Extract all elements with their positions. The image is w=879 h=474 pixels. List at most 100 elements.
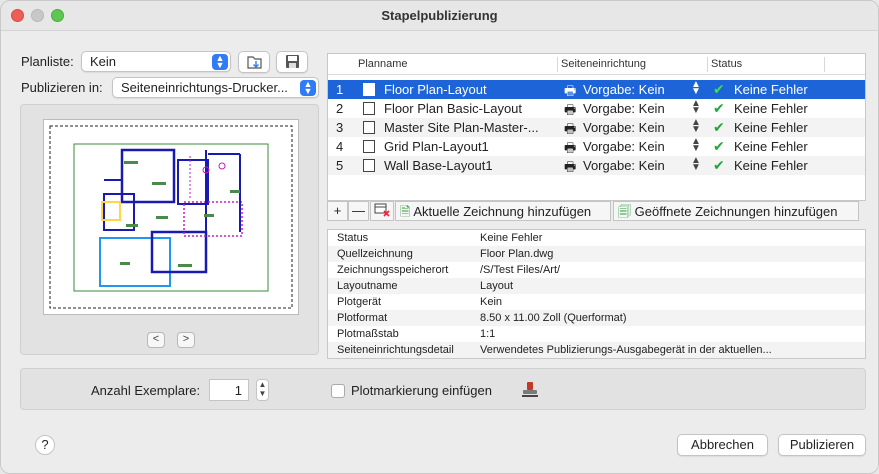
publizieren-label: Publizieren in: xyxy=(21,80,103,95)
sheet-preview xyxy=(43,119,299,315)
table-row[interactable]: 5 Wall Base-Layout1 🖶 Vorgabe: Kein ▲ ▼ ✔… xyxy=(328,156,865,175)
publish-to-value: Seiteneinrichtungs-Drucker... xyxy=(121,80,288,95)
column-divider xyxy=(707,57,708,72)
window-title: Stapelpublizierung xyxy=(381,8,498,23)
detail-row: Layoutname Layout xyxy=(328,278,865,294)
row-setup[interactable]: Vorgabe: Kein xyxy=(583,139,665,154)
row-planname: Floor Plan Basic-Layout xyxy=(384,101,523,116)
chevron-right-icon: > xyxy=(182,333,190,345)
detail-key: Plotgerät xyxy=(337,296,382,308)
add-documents-icon: 🗐 xyxy=(618,204,631,219)
setup-dropdown-icon[interactable]: ▲ ▼ xyxy=(691,99,701,116)
add-current-drawing-button[interactable]: 🗎 Aktuelle Zeichnung hinzufügen xyxy=(395,201,611,221)
table-row[interactable]: 2 Floor Plan Basic-Layout 🖶 Vorgabe: Kei… xyxy=(328,99,865,118)
row-status: Keine Fehler xyxy=(734,82,808,97)
cancel-button[interactable]: Abbrechen xyxy=(677,434,768,456)
setup-dropdown-icon[interactable]: ▲ ▼ xyxy=(691,80,701,97)
sheet-table: Planname Seiteneinrichtung Status 1 Floo… xyxy=(327,53,866,201)
table-row[interactable]: 1 Floor Plan-Layout 🖶 Vorgabe: Kein ▲ ▼ ✔… xyxy=(328,80,865,99)
load-sheet-list-button[interactable] xyxy=(238,51,270,73)
previous-sheet-button[interactable]: < xyxy=(147,332,165,348)
floor-plan-thumbnail xyxy=(49,125,293,309)
detail-row: Quellzeichnung Floor Plan.dwg xyxy=(328,246,865,262)
add-open-drawings-label: Geöffnete Zeichnungen hinzufügen xyxy=(634,204,838,219)
row-setup[interactable]: Vorgabe: Kein xyxy=(583,101,665,116)
table-header: Planname Seiteneinrichtung Status xyxy=(328,54,865,75)
row-setup[interactable]: Vorgabe: Kein xyxy=(583,82,665,97)
column-divider xyxy=(557,57,558,72)
row-number: 3 xyxy=(336,120,344,135)
detail-row: Status Keine Fehler xyxy=(328,230,865,246)
layout-sheet-icon xyxy=(363,102,375,115)
next-sheet-button[interactable]: > xyxy=(177,332,195,348)
details-table: Status Keine Fehler Quellzeichnung Floor P… xyxy=(327,229,866,359)
copies-input[interactable]: 1 xyxy=(209,379,249,401)
col-header-status[interactable]: Status xyxy=(711,58,742,70)
col-header-planname[interactable]: Planname xyxy=(358,58,408,70)
copies-label: Anzahl Exemplare: xyxy=(91,383,201,398)
minus-icon: — xyxy=(352,203,365,218)
detail-value: Layout xyxy=(480,280,514,292)
detail-row: Plotgerät Kein xyxy=(328,294,865,310)
table-row[interactable]: 3 Master Site Plan-Master-... 🖶 Vorgabe:… xyxy=(328,118,865,137)
layout-sheet-icon xyxy=(363,83,375,96)
detail-row: Plotformat 8.50 x 11.00 Zoll (Querformat) xyxy=(328,310,865,326)
detail-value: 8.50 x 11.00 Zoll (Querformat) xyxy=(480,312,627,324)
title-bar: Stapelpublizierung xyxy=(1,1,878,31)
row-planname: Wall Base-Layout1 xyxy=(384,158,493,173)
detail-value: 1:1 xyxy=(480,328,496,340)
add-current-drawing-label: Aktuelle Zeichnung hinzufügen xyxy=(413,204,592,219)
detail-row: Plotmaßstab 1:1 xyxy=(328,326,865,342)
folder-load-icon xyxy=(247,56,262,69)
checkmark-icon: ✔ xyxy=(713,138,725,154)
checkmark-icon: ✔ xyxy=(713,119,725,135)
row-status: Keine Fehler xyxy=(734,120,808,135)
row-number: 5 xyxy=(336,158,344,173)
save-disk-icon xyxy=(286,55,299,68)
add-open-drawings-button[interactable]: 🗐 Geöffnete Zeichnungen hinzufügen xyxy=(613,201,859,221)
detail-value: /S/Test Files/Art/ xyxy=(480,264,561,276)
checkmark-icon: ✔ xyxy=(713,81,725,97)
chevron-updown-icon: ▲ ▼ xyxy=(212,54,228,70)
row-setup[interactable]: Vorgabe: Kein xyxy=(583,158,665,173)
detail-value: Verwendetes Publizierungs-Ausgabegerät i… xyxy=(480,344,772,356)
table-delete-icon xyxy=(374,203,390,217)
remove-setup-button[interactable] xyxy=(370,201,394,221)
detail-row: Zeichnungsspeicherort/S/Test Files/Art/ xyxy=(328,262,865,278)
detail-key: Quellzeichnung xyxy=(337,248,413,260)
detail-value: Keine Fehler xyxy=(480,232,543,244)
planliste-select[interactable]: Kein ▲ ▼ xyxy=(81,51,231,72)
plot-stamp-label: Plotmarkierung einfügen xyxy=(351,383,492,398)
remove-sheet-button[interactable]: — xyxy=(348,201,369,221)
detail-key: Seiteneinrichtungsdetail xyxy=(337,344,454,356)
help-button[interactable]: ? xyxy=(35,435,55,455)
publish-to-select[interactable]: Seiteneinrichtungs-Drucker... ▲ ▼ xyxy=(112,77,319,98)
plot-stamp-settings-button[interactable] xyxy=(520,380,540,400)
detail-key: Zeichnungsspeicherort xyxy=(337,264,449,276)
checkmark-icon: ✔ xyxy=(713,157,725,173)
row-number: 4 xyxy=(336,139,344,154)
stamp-icon xyxy=(522,382,538,397)
column-divider xyxy=(824,57,825,72)
table-row[interactable]: 4 Grid Plan-Layout1 🖶 Vorgabe: Kein ▲ ▼ ✔… xyxy=(328,137,865,156)
add-sheet-button[interactable]: + xyxy=(327,201,348,221)
detail-value: Floor Plan.dwg xyxy=(480,248,554,260)
setup-dropdown-icon[interactable]: ▲ ▼ xyxy=(691,118,701,135)
planliste-label: Planliste: xyxy=(21,54,74,69)
publish-button[interactable]: Publizieren xyxy=(778,434,866,456)
chevron-left-icon: < xyxy=(152,333,160,345)
col-header-setup[interactable]: Seiteneinrichtung xyxy=(561,58,646,70)
chevron-updown-icon: ▲ ▼ xyxy=(300,80,316,96)
batch-publish-dialog: Stapelpublizierung Planliste: Kein ▲ ▼ Pu… xyxy=(0,0,879,474)
detail-key: Plotmaßstab xyxy=(337,328,399,340)
plot-stamp-checkbox[interactable] xyxy=(331,384,345,398)
setup-dropdown-icon[interactable]: ▲ ▼ xyxy=(691,137,701,154)
save-sheet-list-button[interactable] xyxy=(276,51,308,73)
row-setup[interactable]: Vorgabe: Kein xyxy=(583,120,665,135)
row-status: Keine Fehler xyxy=(734,139,808,154)
detail-key: Layoutname xyxy=(337,280,398,292)
setup-dropdown-icon[interactable]: ▲ ▼ xyxy=(691,156,701,173)
checkmark-icon: ✔ xyxy=(713,100,725,116)
copies-stepper[interactable]: ▲ ▼ xyxy=(256,379,269,401)
row-status: Keine Fehler xyxy=(734,158,808,173)
